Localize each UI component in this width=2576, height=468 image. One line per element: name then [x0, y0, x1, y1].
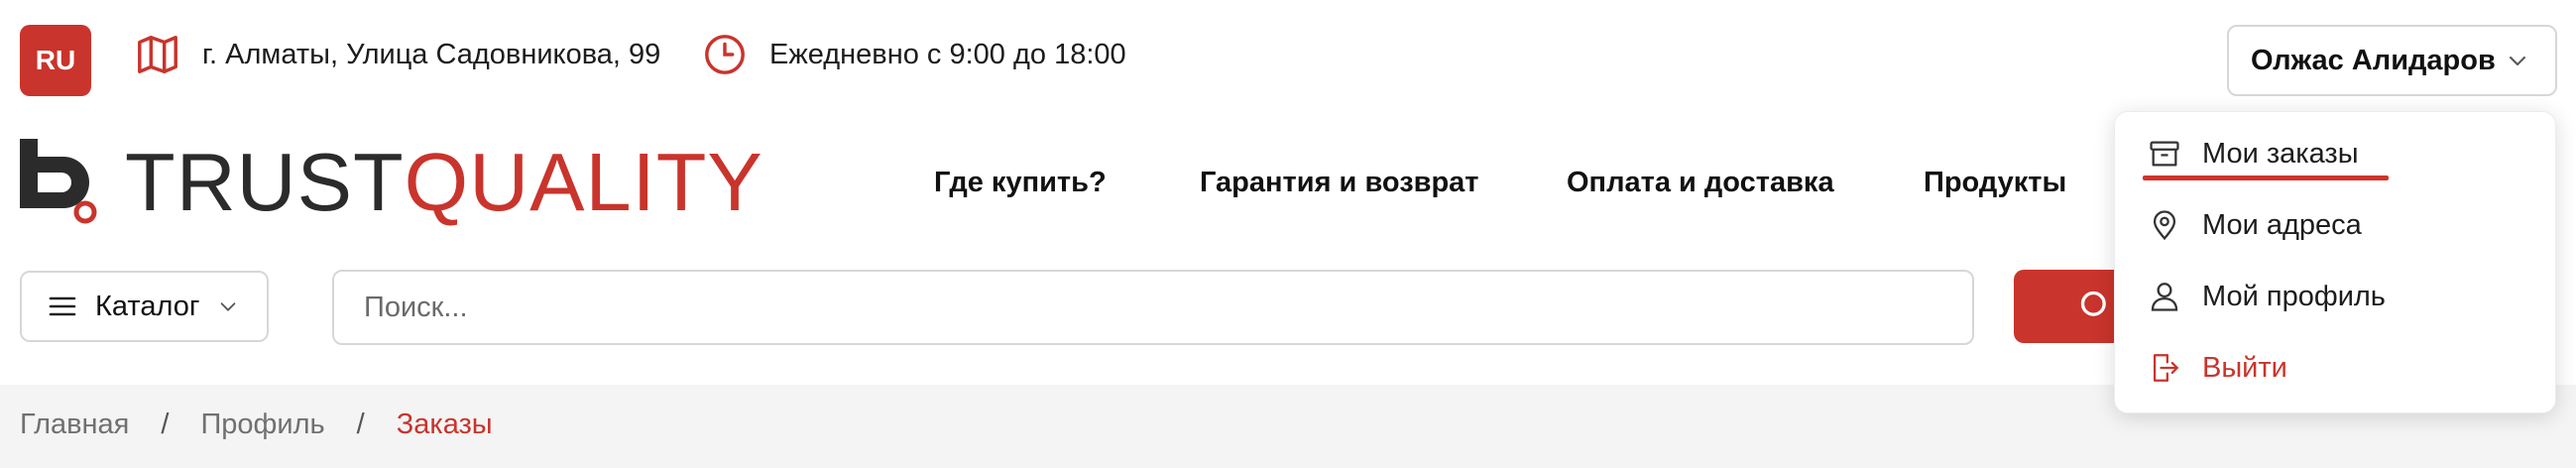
nav-products[interactable]: Продукты — [1924, 167, 2066, 199]
logout-icon — [2147, 350, 2182, 386]
breadcrumb-current: Заказы — [396, 409, 493, 440]
map-icon — [138, 36, 177, 73]
site-logo[interactable]: TRUSTQUALITY — [20, 139, 763, 224]
breadcrumb-profile[interactable]: Профиль — [200, 409, 324, 441]
breadcrumb-home[interactable]: Главная — [20, 409, 129, 441]
menu-item-logout[interactable]: Выйти — [2147, 350, 2287, 386]
active-item-underline — [2143, 176, 2389, 180]
location-pin-icon — [2147, 207, 2182, 243]
menu-item-label: Мой профиль — [2202, 280, 2386, 312]
menu-item-my-addresses[interactable]: Мои адреса — [2147, 207, 2362, 243]
archive-box-icon — [2147, 136, 2182, 172]
catalog-label: Каталог — [95, 290, 200, 322]
user-menu-button[interactable]: Олжас Алидаров — [2227, 25, 2557, 96]
language-switch-button[interactable]: RU — [20, 25, 91, 96]
user-icon — [2147, 279, 2182, 314]
chevron-down-icon — [221, 302, 236, 311]
chevron-down-icon — [2510, 57, 2525, 65]
menu-item-label: Мои заказы — [2202, 137, 2359, 170]
store-address: г. Алматы, Улица Садовникова, 99 — [135, 32, 660, 77]
catalog-button[interactable]: Каталог — [20, 271, 269, 342]
nav-payment-delivery[interactable]: Оплата и доставка — [1567, 167, 1834, 199]
breadcrumb-separator: / — [356, 409, 365, 440]
nav-warranty-returns[interactable]: Гарантия и возврат — [1200, 167, 1479, 199]
search-icon — [2080, 291, 2106, 316]
menu-item-my-orders[interactable]: Мои заказы — [2147, 136, 2359, 172]
hours-text: Ежедневно с 9:00 до 18:00 — [769, 38, 1126, 70]
search-input[interactable] — [332, 270, 1974, 345]
nav-where-to-buy[interactable]: Где купить? — [934, 167, 1107, 199]
clock-icon — [705, 35, 745, 74]
menu-icon — [49, 296, 76, 316]
menu-item-label: Мои адреса — [2202, 208, 2362, 241]
working-hours: Ежедневно с 9:00 до 18:00 — [702, 32, 1126, 77]
address-text: г. Алматы, Улица Садовникова, 99 — [202, 38, 661, 70]
breadcrumb: Главная / Профиль / Заказы — [20, 409, 493, 441]
logo-mark-icon — [20, 139, 101, 224]
logo-wordmark: TRUSTQUALITY — [125, 135, 763, 228]
user-dropdown-menu: Мои заказы Мои адреса Мой профиль Выйти — [2114, 111, 2556, 413]
user-name: Олжас Алидаров — [2251, 44, 2496, 76]
menu-item-label: Выйти — [2202, 351, 2287, 384]
breadcrumb-separator: / — [161, 409, 170, 440]
menu-item-my-profile[interactable]: Мой профиль — [2147, 279, 2386, 314]
